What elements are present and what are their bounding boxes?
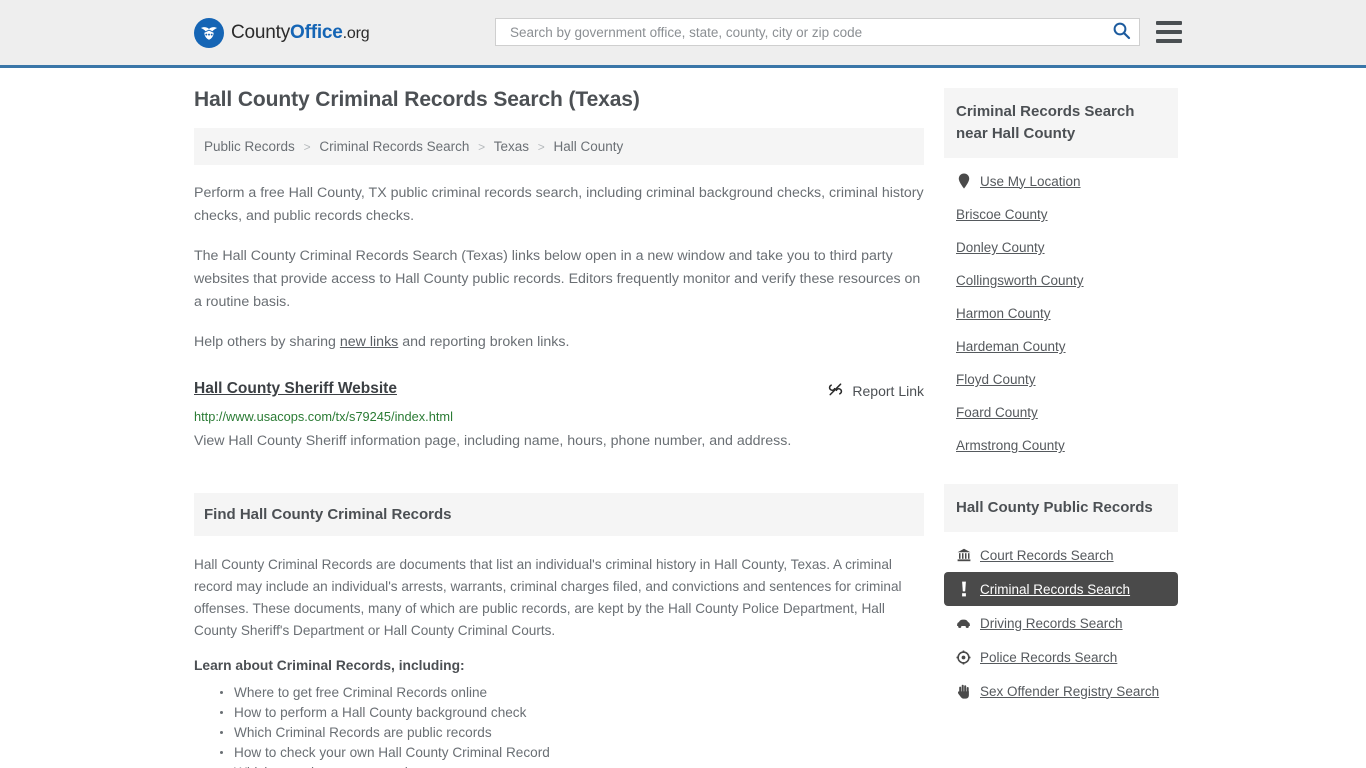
list-item: How to check your own Hall County Crimin… [220,743,924,763]
sidebar-link-label[interactable]: Hardeman County [956,339,1066,354]
page-container: Hall County Criminal Records Search (Tex… [0,68,1366,768]
share-text-before: Help others by sharing [194,334,340,350]
sidebar-link-label[interactable]: Floyd County [956,372,1036,387]
report-link-button[interactable]: Report Link [827,380,924,401]
sidebar-item-hardeman-county[interactable]: Hardeman County [944,330,1178,363]
breadcrumb: Public Records > Criminal Records Search… [194,128,924,165]
sidebar-public-records-list: Court Records Search Criminal Records Se… [944,532,1178,708]
eagle-shield-icon [194,17,224,48]
search-button[interactable] [1107,19,1135,45]
sidebar-link-label[interactable]: Foard County [956,405,1038,420]
sidebar-item-court-records-search[interactable]: Court Records Search [944,538,1178,572]
exclamation-icon [956,581,971,597]
logo-text-org: .org [342,24,370,42]
logo-wordmark: CountyOffice.org [231,21,370,44]
learn-about-title: Learn about Criminal Records, including: [194,658,465,673]
intro-paragraph-2: The Hall County Criminal Records Search … [194,248,921,310]
site-logo[interactable]: CountyOffice.org [194,17,370,48]
result-block: Hall County Sheriff Website Report Link … [194,380,924,452]
breadcrumb-item-texas[interactable]: Texas [494,139,529,154]
sidebar-nearby-heading: Criminal Records Search near Hall County [944,88,1178,158]
hamburger-menu-icon[interactable] [1156,21,1182,43]
breadcrumb-separator: > [303,140,311,154]
breadcrumb-separator: > [478,140,486,154]
sidebar-item-briscoe-county[interactable]: Briscoe County [944,198,1178,231]
page-title: Hall County Criminal Records Search (Tex… [194,88,640,111]
sidebar-public-records-heading: Hall County Public Records [944,484,1178,532]
police-badge-icon [956,649,971,665]
sidebar-link-label[interactable]: Police Records Search [980,650,1117,665]
list-item: Which Criminal Records are public record… [220,723,924,743]
site-header: CountyOffice.org [0,0,1366,68]
hamburger-bar-2 [1156,30,1182,34]
result-title-link[interactable]: Hall County Sheriff Website [194,380,397,398]
sidebar-link-label[interactable]: Harmon County [956,306,1051,321]
sidebar: Criminal Records Search near Hall County… [944,88,1178,768]
section-paragraph: Hall County Criminal Records are documen… [194,557,902,638]
courthouse-icon [956,547,971,563]
logo-text-office: Office [290,21,343,43]
sidebar-item-collingsworth-county[interactable]: Collingsworth County [944,264,1178,297]
hamburger-bar-3 [1156,39,1182,43]
sidebar-item-donley-county[interactable]: Donley County [944,231,1178,264]
sidebar-link-label[interactable]: Donley County [956,240,1045,255]
list-item: Which records are expunged [220,763,924,768]
search-icon [1112,21,1131,43]
sidebar-item-foard-county[interactable]: Foard County [944,396,1178,429]
sidebar-link-label[interactable]: Use My Location [980,174,1081,189]
sidebar-item-police-records-search[interactable]: Police Records Search [944,640,1178,674]
sidebar-item-floyd-county[interactable]: Floyd County [944,363,1178,396]
sidebar-link-label[interactable]: Court Records Search [980,548,1114,563]
sidebar-item-armstrong-county[interactable]: Armstrong County [944,429,1178,462]
sidebar-link-label[interactable]: Armstrong County [956,438,1065,453]
section-body: Hall County Criminal Records are documen… [194,536,924,768]
result-url: http://www.usacops.com/tx/s79245/index.h… [194,409,453,424]
broken-link-icon [827,381,844,401]
hand-icon [956,683,971,699]
learn-about-list: Where to get free Criminal Records onlin… [194,683,924,768]
list-item: Where to get free Criminal Records onlin… [220,683,924,703]
report-link-label: Report Link [852,383,924,399]
list-item: How to perform a Hall County background … [220,703,924,723]
search-box[interactable] [495,18,1140,46]
sidebar-item-driving-records-search[interactable]: Driving Records Search [944,606,1178,640]
map-pin-icon [956,173,971,189]
search-input[interactable] [508,23,1107,41]
sidebar-link-label[interactable]: Driving Records Search [980,616,1123,631]
sidebar-item-harmon-county[interactable]: Harmon County [944,297,1178,330]
sidebar-item-use-my-location[interactable]: Use My Location [944,164,1178,198]
breadcrumb-item-criminal-records-search[interactable]: Criminal Records Search [319,139,469,154]
sidebar-link-label[interactable]: Collingsworth County [956,273,1084,288]
intro-paragraph-1: Perform a free Hall County, TX public cr… [194,185,924,224]
breadcrumb-separator: > [537,140,545,154]
header-search-area [495,18,1182,46]
sidebar-link-label[interactable]: Briscoe County [956,207,1048,222]
car-icon [956,615,971,631]
sidebar-nearby-list: Use My Location Briscoe County Donley Co… [944,158,1178,462]
intro-paragraph-3: Help others by sharing new links and rep… [194,331,924,354]
hamburger-bar-1 [1156,21,1182,25]
breadcrumb-item-hall-county[interactable]: Hall County [554,139,624,154]
logo-text-county: County [231,21,291,43]
sidebar-link-label[interactable]: Sex Offender Registry Search [980,684,1159,699]
result-description: View Hall County Sheriff information pag… [194,433,792,449]
sidebar-item-criminal-records-search[interactable]: Criminal Records Search [944,572,1178,606]
section-heading: Find Hall County Criminal Records [194,493,924,536]
new-links-link[interactable]: new links [340,334,398,350]
sidebar-link-label[interactable]: Criminal Records Search [980,582,1130,597]
main-content: Hall County Criminal Records Search (Tex… [194,88,924,768]
share-text-after: and reporting broken links. [398,334,570,350]
breadcrumb-item-public-records[interactable]: Public Records [204,139,295,154]
sidebar-item-sex-offender-registry-search[interactable]: Sex Offender Registry Search [944,674,1178,708]
